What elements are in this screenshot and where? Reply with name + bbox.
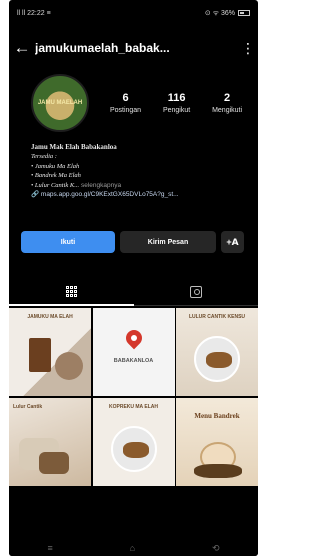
bio-link[interactable]: 🔗 maps.app.goo.gl/C9KExtGX65DVLo75A?g_st… <box>31 190 253 199</box>
jamu-cup-image <box>29 338 51 372</box>
tab-grid[interactable] <box>9 278 134 306</box>
status-left: ll ll 22:22 ≡ <box>17 9 51 17</box>
post-thumbnail[interactable]: LULUR CANTIK KENSU <box>176 308 258 396</box>
back-arrow-icon[interactable]: ← <box>9 38 35 58</box>
stat-label: Postingan <box>109 107 142 114</box>
tagged-icon <box>189 285 202 298</box>
location-pin-icon <box>122 326 145 350</box>
post-title: Lulur Cantik <box>13 403 43 410</box>
top-bar: ← jamukumaelah_babak... ⋮ <box>9 30 258 66</box>
bio-line: • Jamuku Ma Elah <box>31 162 80 170</box>
post-title: BABAKANLOA <box>113 358 154 364</box>
stat-followers[interactable]: 116 Pengikut <box>163 92 190 114</box>
profile-tabs <box>9 278 258 306</box>
post-thumbnail[interactable]: Lulur Cantik <box>9 397 91 486</box>
see-more-link[interactable]: selengkapnya <box>79 182 121 189</box>
follow-button[interactable]: Ikuti <box>21 231 115 253</box>
product-image <box>194 336 240 382</box>
stat-value: 6 <box>122 92 129 104</box>
post-thumbnail[interactable]: BABAKANLOA <box>92 308 175 396</box>
phone-screen: ll ll 22:22 ≡ ⊙ ᯤ 36% ← jamukumaelah_bab… <box>9 0 258 556</box>
post-thumbnail[interactable]: KOPREKU MA ELAH <box>92 397 175 486</box>
tab-tagged[interactable] <box>133 278 258 306</box>
status-bar: ll ll 22:22 ≡ ⊙ ᯤ 36% <box>9 0 258 26</box>
stat-value: 2 <box>224 92 231 104</box>
bio-line: • Bandrek Ma Elah <box>31 172 81 180</box>
profile-username: jamukumaelah_babak... <box>35 41 170 55</box>
back-icon[interactable]: ⟲ <box>212 543 220 554</box>
grid-icon <box>65 285 77 297</box>
stat-following[interactable]: 2 Mengikuti <box>212 92 242 114</box>
more-options-icon[interactable]: ⋮ <box>238 40 258 57</box>
post-title: KOPREKU MA ELAH <box>109 403 158 410</box>
profile-bio: Jamu Mak Elah Babakanloa Tersedia : • Ja… <box>31 143 253 199</box>
status-right: ⊙ ᯤ 36% <box>204 9 235 17</box>
message-button[interactable]: Kirim Pesan <box>120 231 216 253</box>
post-thumbnail[interactable]: Menu Bandrek <box>176 397 258 486</box>
add-person-icon[interactable]: +𝗔 <box>221 231 244 253</box>
product-image <box>110 425 157 472</box>
post-thumbnail[interactable]: JAMUKU MA ELAH <box>9 308 91 396</box>
bio-name: Jamu Mak Elah Babakanloa <box>31 143 117 151</box>
stat-posts[interactable]: 6 Postingan <box>110 92 141 114</box>
link-icon: 🔗 <box>31 191 41 199</box>
post-title: Menu Bandrek <box>194 411 240 420</box>
avatar[interactable]: JAMU MAELAH <box>31 74 89 132</box>
profile-stats: 6 Postingan 116 Pengikut 2 Mengikuti <box>99 92 253 114</box>
bio-line: Tersedia : <box>31 153 57 161</box>
bio-line: • Lulur Cantik K... <box>31 181 80 189</box>
posts-grid: JAMUKU MA ELAH BABAKANLOA LULUR CANTIK K… <box>9 308 258 486</box>
stat-label: Mengikuti <box>212 107 243 114</box>
profile-actions: Ikuti Kirim Pesan +𝗔 <box>21 231 251 253</box>
avatar-text: JAMU MAELAH <box>37 100 83 106</box>
stat-label: Pengikut <box>162 107 191 114</box>
bio-link-text: maps.app.goo.gl/C9KExtGX65DVLo75A?g_st..… <box>40 191 179 199</box>
post-title: JAMUKU MA ELAH <box>27 314 73 320</box>
battery-icon <box>238 10 250 16</box>
menu-icon[interactable]: ≡ <box>47 543 52 553</box>
stat-value: 116 <box>167 92 186 104</box>
home-icon[interactable]: ⌂ <box>130 543 135 553</box>
post-title: LULUR CANTIK KENSU <box>188 314 246 320</box>
system-nav-bar: ≡ ⌂ ⟲ <box>9 540 258 556</box>
